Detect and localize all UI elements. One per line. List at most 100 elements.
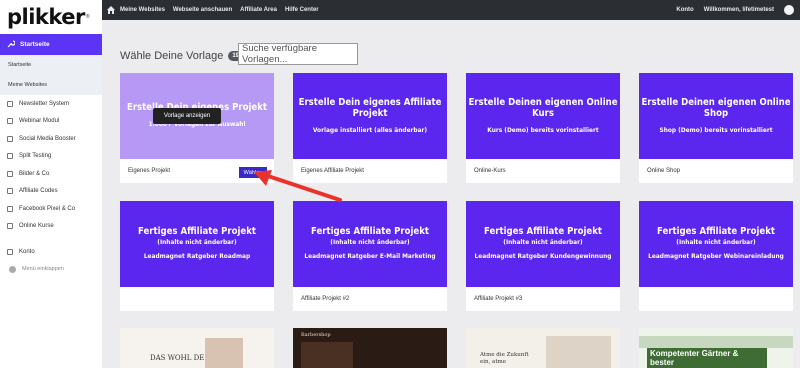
card-caption: Online Shop [639,159,793,183]
card-note: (Inhalte nicht änderbar) [330,238,410,247]
template-thumbnail[interactable]: Fertiges Affiliate Projekt (Inhalte nich… [293,201,447,287]
subnav-websites[interactable]: Meine Websites [0,75,102,95]
preview-text: Atme die Zukunft ein, atme [480,352,529,365]
card-subtitle: Vorlage installiert (alles änderbar) [312,125,428,134]
home-icon[interactable] [106,5,116,15]
webinar-icon [7,118,13,125]
card-title: Fertiges Affiliate Projekt [484,226,602,238]
preview-text: Barbershop [301,332,331,338]
logo[interactable]: plikker ® [0,0,102,34]
card-caption [120,287,274,311]
template-thumbnail[interactable]: Erstelle Deinen eigenen Online Kurs Kurs… [466,73,620,159]
sidebar-item-label: Affiliate Codes [19,188,58,195]
red-arrow-icon [254,170,342,202]
preview-text: Kompetenter Gärtner & bester [647,348,767,368]
card-title: Fertiges Affiliate Projekt [138,226,256,238]
card-subtitle: Leadmagnet Ratgeber E-Mail Marketing [304,252,436,261]
template-card[interactable]: Erstelle Dein eigenes Affiliate Projekt … [293,73,447,183]
page-title-text: Wähle Deine Vorlage [120,50,224,62]
topbar-link-help[interactable]: Hilfe Center [285,7,319,13]
card-caption: Online-Kurs [466,159,620,183]
sidebar-item-social[interactable]: Social Media Booster [0,130,102,148]
topbar-link-view[interactable]: Webseite anschauen [173,7,232,13]
template-card[interactable]: Fertiges Affiliate Projekt (Inhalte nich… [466,201,620,311]
card-subtitle: Leadmagnet Ratgeber Kundengewinnung [474,252,612,261]
card-title: Erstelle Deinen eigenen Online Kurs [468,96,618,119]
sidebar-item-startseite[interactable]: Startseite [0,34,102,55]
wrench-icon [7,39,16,50]
top-bar: Meine Websites Webseite anschauen Affili… [102,0,800,20]
sidebar-item-courses[interactable]: Online Kurse [0,218,102,236]
account-link[interactable]: Konto [676,7,693,13]
collapse-menu[interactable]: Menü einklappen [0,261,102,278]
newsletter-icon [7,100,13,107]
template-thumbnail[interactable]: Erstelle Dein eigenes Affiliate Projekt … [293,73,447,159]
sidebar-item-konto[interactable]: Konto [0,243,102,261]
sidebar-subnav: Startseite Meine Websites [0,55,102,95]
main-content: Wähle Deine Vorlage 19 Suche verfügbare … [102,20,800,368]
template-thumbnail[interactable]: Fertiges Affiliate Projekt (Inhalte nich… [120,201,274,287]
sidebar-item-pixel[interactable]: Facebook Pixel & Co [0,200,102,218]
user-icon [7,248,13,255]
card-title: Fertiges Affiliate Projekt [657,226,775,238]
brand-reg: ® [85,14,90,20]
code-icon [7,188,13,195]
card-subtitle: Shop (Demo) bereits vorinstalliert [659,125,773,134]
sidebar-item-label: Online Kurse [19,223,54,230]
sidebar-item-label: Split Testing [19,153,52,160]
topbar-link-websites[interactable]: Meine Websites [120,7,165,13]
template-card[interactable]: Erstelle Dein eigenes Projekt 1.000+ Vor… [120,73,274,183]
sidebar-item-newsletter[interactable]: Newsletter System [0,95,102,113]
template-card[interactable]: Erstelle Deinen eigenen Online Shop Shop… [639,73,793,183]
topbar-link-affiliate[interactable]: Affiliate Area [240,7,277,13]
sidebar-item-label: Bilder & Co [19,170,50,177]
brand-name: plikker [7,5,85,29]
sidebar-item-label: Newsletter System [19,100,70,107]
subnav-startseite[interactable]: Startseite [0,55,102,75]
sidebar-item-split[interactable]: Split Testing [0,148,102,166]
card-note: (Inhalte nicht änderbar) [676,238,756,247]
card-title: Erstelle Dein eigenes Affiliate Projekt [298,96,442,119]
sidebar-item-images[interactable]: Bilder & Co [0,165,102,183]
page-title: Wähle Deine Vorlage 19 [120,50,244,62]
card-caption: Affiliate Projekt #3 [466,287,620,311]
welcome-text[interactable]: Willkommen, lifetimetest [704,7,774,13]
card-subtitle: Leadmagnet Ratgeber Roadmap [143,252,251,261]
template-thumbnail[interactable]: Erstelle Deinen eigenen Online Shop Shop… [639,73,793,159]
card-note: (Inhalte nicht änderbar) [157,238,237,247]
card-title: Erstelle Deinen eigenen Online Shop [641,96,791,119]
view-template-button[interactable]: Vorlage anzeigen [153,108,221,124]
preview-text: DAS WOHL DES [150,354,210,362]
topbar-right: Konto Willkommen, lifetimetest [676,5,800,15]
template-card[interactable]: Fertiges Affiliate Projekt (Inhalte nich… [293,201,447,311]
card-subtitle: Leadmagnet Ratgeber Webinareinladung [648,252,784,261]
template-preview[interactable]: Barbershop [293,328,447,368]
template-thumbnail[interactable]: Fertiges Affiliate Projekt (Inhalte nich… [466,201,620,287]
sidebar-item-label: Facebook Pixel & Co [19,205,76,212]
share-icon [7,135,13,142]
split-icon [7,153,13,160]
search-input[interactable]: Suche verfügbare Vorlagen... [238,43,358,65]
template-card[interactable]: Fertiges Affiliate Projekt (Inhalte nich… [639,201,793,311]
template-thumbnail[interactable]: Fertiges Affiliate Projekt (Inhalte nich… [639,201,793,287]
avatar[interactable] [784,5,794,15]
collapse-icon [9,265,16,273]
image-icon [7,170,13,177]
sidebar-item-affiliate-codes[interactable]: Affiliate Codes [0,183,102,201]
template-card[interactable]: Erstelle Deinen eigenen Online Kurs Kurs… [466,73,620,183]
graduation-icon [7,223,13,230]
sidebar-item-label: Konto [19,248,35,255]
template-preview[interactable]: DAS WOHL DES [120,328,274,368]
card-subtitle: Kurs (Demo) bereits vorinstalliert [487,125,599,134]
sidebar-item-label: Social Media Booster [19,135,76,142]
template-card[interactable]: Fertiges Affiliate Projekt (Inhalte nich… [120,201,274,311]
facebook-icon [7,205,13,212]
card-caption [639,287,793,311]
template-preview[interactable]: Atme die Zukunft ein, atme [466,328,620,368]
card-note: (Inhalte nicht änderbar) [503,238,583,247]
card-title: Fertiges Affiliate Projekt [311,226,429,238]
sidebar-item-webinar[interactable]: Webinar Modul [0,113,102,131]
template-preview[interactable]: Kompetenter Gärtner & bester [639,328,793,368]
collapse-label: Menü einklappen [22,266,64,272]
sidebar-item-label: Startseite [20,41,50,48]
